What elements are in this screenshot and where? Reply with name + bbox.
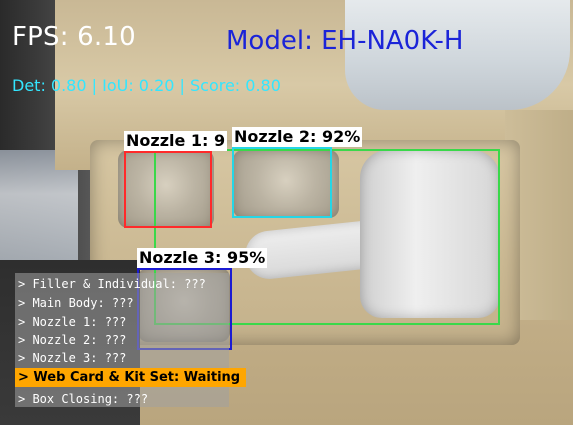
nozzle-2-label: Nozzle 2: 92% — [232, 127, 363, 147]
checklist-item-nozzle-1: > Nozzle 1: ??? — [18, 315, 127, 329]
nozzle-2-bbox — [232, 147, 332, 218]
checklist-item-filler: > Filler & Individual: ??? — [18, 277, 206, 291]
nozzle-1-bbox — [124, 151, 212, 228]
fps-readout: FPS: 6.10 — [12, 22, 136, 52]
model-name: Model: EH-NA0K-H — [226, 26, 464, 56]
checklist-item-box-closing: > Box Closing: ??? — [18, 392, 149, 406]
checklist-item-nozzle-2: > Nozzle 2: ??? — [18, 333, 127, 347]
checklist-item-main-body: > Main Body: ??? — [18, 296, 134, 310]
nozzle-3-label: Nozzle 3: 95% — [137, 248, 268, 268]
detection-metrics: Det: 0.80 | IoU: 0.20 | Score: 0.80 — [12, 76, 281, 95]
checklist-item-nozzle-3: > Nozzle 3: ??? — [18, 351, 127, 365]
nozzle-1-label: Nozzle 1: 9 — [124, 131, 228, 151]
checklist-item-web-card-kit-set: > Web Card & Kit Set: Waiting — [15, 368, 247, 387]
